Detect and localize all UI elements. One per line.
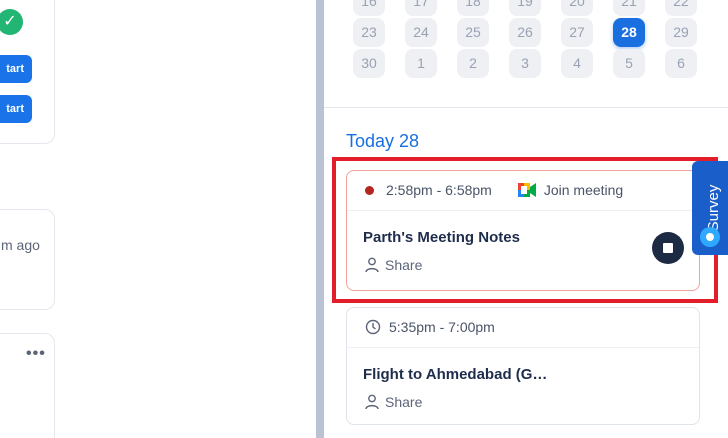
calendar-day[interactable]: 21 <box>613 0 645 16</box>
right-pane: 16 17 18 19 20 21 22 23 24 25 26 27 28 2… <box>324 0 728 438</box>
google-meet-icon[interactable] <box>517 183 536 197</box>
calendar-day[interactable]: 16 <box>353 0 385 16</box>
calendar-day[interactable]: 18 <box>457 0 489 16</box>
calendar-day[interactable]: 27 <box>561 18 593 47</box>
event-title[interactable]: Flight to Ahmedabad (G… <box>363 366 547 383</box>
options-card: ••• <box>0 333 55 438</box>
share-button[interactable]: Share <box>365 257 422 273</box>
event-title[interactable]: Parth's Meeting Notes <box>363 229 520 246</box>
event-time: 2:58pm - 6:58pm <box>386 182 492 198</box>
event-time-row: 5:35pm - 7:00pm <box>365 319 495 335</box>
event-time: 5:35pm - 7:00pm <box>389 319 495 335</box>
calendar-day[interactable]: 19 <box>509 0 541 16</box>
calendar-day-selected[interactable]: 28 <box>613 18 645 47</box>
card-divider <box>347 347 699 348</box>
pane-divider[interactable] <box>316 0 324 438</box>
calendar-day[interactable]: 2 <box>457 49 489 78</box>
calendar-day[interactable]: 3 <box>509 49 541 78</box>
person-icon <box>365 394 379 410</box>
share-label: Share <box>385 394 423 410</box>
share-button[interactable]: Share <box>365 394 422 410</box>
calendar-day[interactable]: 4 <box>561 49 593 78</box>
calendar-day[interactable]: 1 <box>405 49 437 78</box>
calendar-day[interactable]: 6 <box>665 49 697 78</box>
calendar-day[interactable]: 5 <box>613 49 645 78</box>
activity-card: m ago <box>0 209 55 310</box>
event-time-row: 2:58pm - 6:58pm Join meeting <box>365 182 623 198</box>
calendar-day[interactable]: 20 <box>561 0 593 16</box>
survey-tab[interactable]: Survey <box>692 161 728 255</box>
survey-icon <box>700 227 720 247</box>
calendar-day[interactable]: 22 <box>665 0 697 16</box>
stop-recording-button[interactable] <box>652 232 684 264</box>
section-divider <box>324 107 728 108</box>
more-icon[interactable]: ••• <box>26 345 46 363</box>
clock-icon <box>365 319 381 335</box>
event-card-flight[interactable]: 5:35pm - 7:00pm Flight to Ahmedabad (G… … <box>346 307 700 425</box>
calendar-day[interactable]: 23 <box>353 18 385 47</box>
time-ago-text: m ago <box>1 237 40 253</box>
calendar-day[interactable]: 25 <box>457 18 489 47</box>
calendar-day[interactable]: 29 <box>665 18 697 47</box>
calendar-day[interactable]: 30 <box>353 49 385 78</box>
today-heading: Today 28 <box>346 131 420 151</box>
calendar-day[interactable]: 17 <box>405 0 437 16</box>
start-button[interactable]: tart <box>0 95 32 123</box>
person-icon <box>365 257 379 273</box>
calendar-day[interactable]: 24 <box>405 18 437 47</box>
calendar-day[interactable]: 26 <box>509 18 541 47</box>
check-icon: ✓ <box>0 9 23 35</box>
share-label: Share <box>385 257 423 273</box>
start-button[interactable]: tart <box>0 55 32 83</box>
left-pane: ✓ tart tart m ago ••• <box>0 0 316 438</box>
task-card: ✓ tart tart <box>0 0 55 144</box>
event-card-meeting[interactable]: 2:58pm - 6:58pm Join meeting Parth's Mee… <box>346 170 700 291</box>
card-divider <box>347 210 699 211</box>
recording-dot-icon <box>365 185 374 195</box>
join-meeting-link[interactable]: Join meeting <box>544 182 623 198</box>
